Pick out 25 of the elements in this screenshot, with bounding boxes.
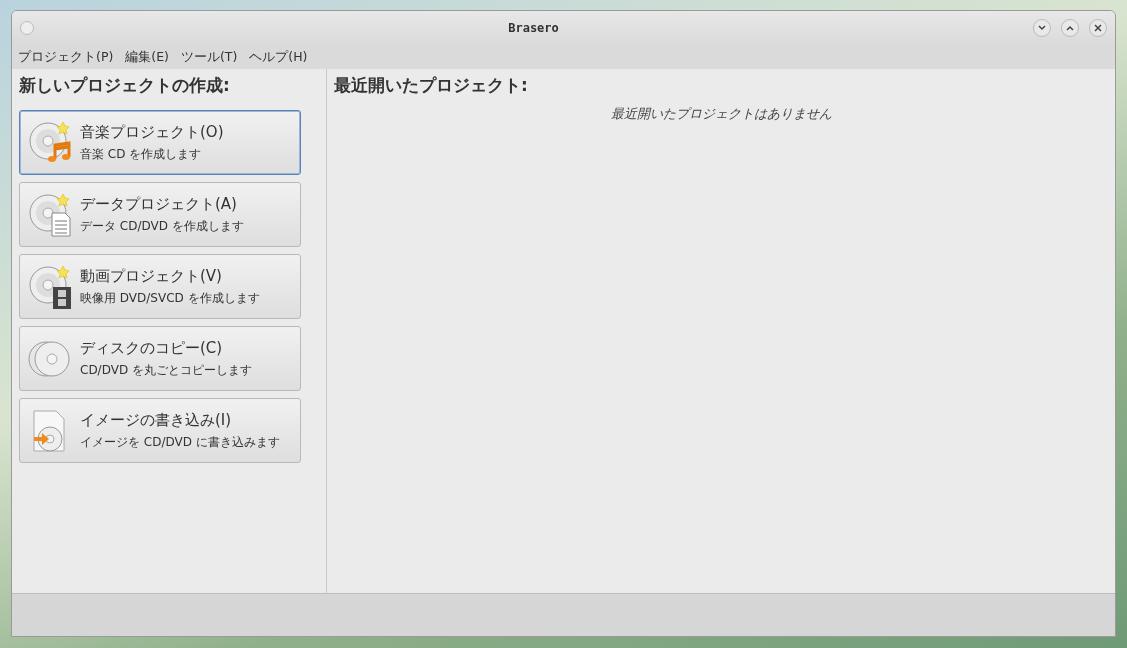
project-button[interactable]: 音楽プロジェクト(O) 音楽 CD を作成します xyxy=(19,110,301,175)
empty-message: 最近開いたプロジェクトはありません xyxy=(609,105,833,123)
chevron-down-icon xyxy=(1038,25,1046,31)
window-menu-dot[interactable] xyxy=(20,21,34,35)
menu-item[interactable]: ヘルプ(H) xyxy=(249,48,308,66)
project-description: 音楽 CD を作成します xyxy=(80,145,203,163)
minimize-button[interactable] xyxy=(1033,19,1051,37)
project-description: イメージを CD/DVD に書き込みます xyxy=(80,433,280,451)
menu-item[interactable]: 編集(E) xyxy=(125,48,169,66)
window-title: Brasero xyxy=(507,21,560,35)
menu-item[interactable]: ツール(T) xyxy=(180,48,238,66)
project-description: CD/DVD を丸ごとコピーします xyxy=(80,361,252,379)
project-description: 映像用 DVD/SVCD を作成します xyxy=(80,289,260,307)
menu-item[interactable]: プロジェクト(P) xyxy=(18,48,114,66)
project-button[interactable]: ディスクのコピー(C) CD/DVD を丸ごとコピーします xyxy=(19,326,301,391)
maximize-button[interactable] xyxy=(1061,19,1079,37)
close-icon xyxy=(1094,24,1102,32)
section-heading: 最近開いたプロジェクト: xyxy=(334,74,529,97)
project-description: データ CD/DVD を作成します xyxy=(80,217,244,235)
project-button[interactable]: 動画プロジェクト(V) 映像用 DVD/SVCD を作成します xyxy=(19,254,301,319)
section-heading: 新しいプロジェクトの作成: xyxy=(19,74,231,97)
chevron-up-icon xyxy=(1066,25,1074,31)
close-button[interactable] xyxy=(1089,19,1107,37)
project-button[interactable]: データプロジェクト(A) データ CD/DVD を作成します xyxy=(19,182,301,247)
project-button[interactable]: イメージの書き込み(I) イメージを CD/DVD に書き込みます xyxy=(19,398,301,463)
